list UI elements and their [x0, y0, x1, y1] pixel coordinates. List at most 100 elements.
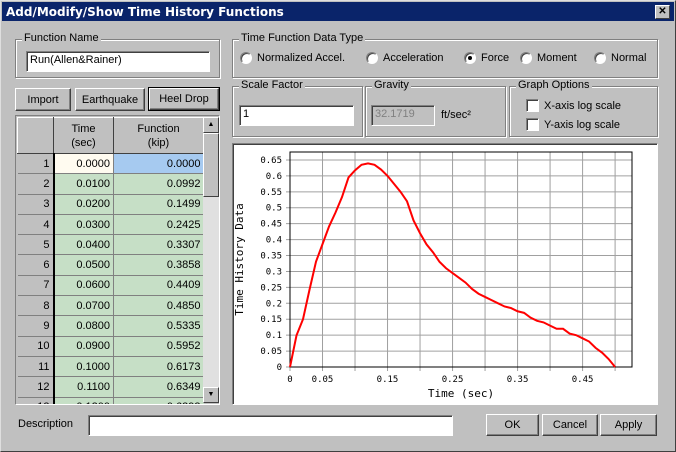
y-log-checkbox[interactable]: Y-axis log scale	[526, 118, 620, 131]
y-tick-label: 0.3	[266, 267, 282, 277]
close-icon: ✕	[658, 6, 667, 17]
time-cell[interactable]: 0.0700	[53, 295, 114, 317]
y-tick-label: 0.6	[266, 172, 282, 182]
scale-factor-input[interactable]: 1	[239, 105, 354, 126]
time-cell[interactable]: 0.1200	[53, 397, 114, 404]
table-row[interactable]: 2 0.0100 0.0992	[17, 173, 204, 195]
gravity-unit: ft/sec²	[441, 109, 471, 121]
y-tick-label: 0.35	[260, 252, 282, 262]
radio-moment[interactable]: Moment	[520, 52, 577, 64]
time-cell[interactable]: 0.0000	[53, 153, 114, 175]
radio-force[interactable]: Force	[464, 52, 509, 64]
table-row[interactable]: 1 0.0000 0.0000	[17, 153, 204, 175]
window-title: Add/Modify/Show Time History Functions	[6, 5, 284, 19]
scale-factor-label: Scale Factor	[239, 79, 305, 91]
title-bar: Add/Modify/Show Time History Functions	[2, 2, 674, 21]
function-cell[interactable]: 0.5335	[113, 315, 204, 337]
ok-button[interactable]: OK	[486, 414, 539, 436]
table-row[interactable]: 9 0.0800 0.5335	[17, 315, 204, 337]
row-number: 12	[17, 376, 55, 398]
row-number: 2	[17, 173, 55, 195]
x-log-checkbox[interactable]: X-axis log scale	[526, 99, 621, 112]
time-cell[interactable]: 0.0600	[53, 275, 114, 297]
time-cell[interactable]: 0.0100	[53, 173, 114, 195]
table-row[interactable]: 3 0.0200 0.1499	[17, 194, 204, 215]
description-input[interactable]	[88, 415, 453, 436]
heel-drop-button[interactable]: Heel Drop	[148, 87, 220, 111]
function-cell[interactable]: 0.3858	[113, 254, 204, 276]
row-number: 8	[17, 295, 55, 317]
table-row[interactable]: 4 0.0300 0.2425	[17, 214, 204, 236]
x-tick-label: 0.45	[572, 375, 594, 385]
function-cell[interactable]: 0.2425	[113, 214, 204, 236]
vertical-scrollbar[interactable]: ▲ ▼	[203, 117, 219, 403]
y-tick-label: 0.25	[260, 283, 282, 293]
radio-normal[interactable]: Normal	[594, 52, 646, 64]
function-cell[interactable]: 0.4850	[113, 295, 204, 317]
apply-button[interactable]: Apply	[600, 414, 657, 436]
table-row[interactable]: 8 0.0700 0.4850	[17, 295, 204, 317]
function-cell[interactable]: 0.0992	[113, 173, 204, 195]
time-cell[interactable]: 0.0800	[53, 315, 114, 337]
table-row[interactable]: 5 0.0400 0.3307	[17, 234, 204, 256]
y-axis-label: Time History Data	[233, 203, 246, 316]
radio-circle	[366, 52, 378, 64]
function-cell[interactable]: 0.5952	[113, 336, 204, 357]
time-cell[interactable]: 0.1000	[53, 356, 114, 378]
time-cell[interactable]: 0.0900	[53, 336, 114, 357]
row-number: 9	[17, 315, 55, 337]
earthquake-button[interactable]: Earthquake	[75, 88, 145, 111]
scroll-down-icon[interactable]: ▼	[203, 387, 219, 403]
cancel-button[interactable]: Cancel	[542, 414, 598, 436]
function-cell[interactable]: 0.4409	[113, 275, 204, 297]
description-label: Description	[18, 418, 74, 430]
table-row[interactable]: 6 0.0500 0.3858	[17, 254, 204, 276]
scroll-thumb[interactable]	[203, 133, 219, 197]
radio-circle	[240, 52, 252, 64]
time-column-header[interactable]: Time (sec)	[53, 117, 114, 154]
row-number: 1	[17, 153, 55, 175]
time-cell[interactable]: 0.0500	[53, 254, 114, 276]
function-column-header[interactable]: Function (kip)	[113, 117, 204, 154]
scroll-up-icon[interactable]: ▲	[203, 117, 219, 133]
row-number: 7	[17, 275, 55, 297]
function-cell[interactable]: 0.0000	[113, 153, 204, 175]
import-button[interactable]: Import	[15, 88, 71, 111]
time-cell[interactable]: 0.0400	[53, 234, 114, 256]
table-row[interactable]: 10 0.0900 0.5952	[17, 336, 204, 357]
row-number: 4	[17, 214, 55, 236]
row-number: 3	[17, 194, 55, 215]
radio-acceleration[interactable]: Acceleration	[366, 52, 444, 64]
checkbox-label: X-axis log scale	[544, 99, 622, 112]
x-tick-label: 0.25	[442, 375, 464, 385]
function-cell[interactable]: 0.6349	[113, 376, 204, 398]
table-row[interactable]: 130.12000.6393	[17, 397, 204, 404]
function-name-input[interactable]: Run(Allen&Rainer)	[26, 51, 210, 72]
gravity-label: Gravity	[372, 79, 411, 91]
table-row[interactable]: 11 0.1000 0.6173	[17, 356, 204, 378]
data-grid[interactable]: Time (sec) Function (kip) 1 0.0000 0.0000 2…	[15, 115, 220, 405]
function-cell[interactable]: 0.6173	[113, 356, 204, 378]
checkbox-box	[526, 118, 539, 131]
checkbox-box	[526, 99, 539, 112]
time-cell[interactable]: 0.1100	[53, 376, 114, 398]
close-button[interactable]: ✕	[655, 5, 670, 19]
radio-normalized-accel[interactable]: Normalized Accel.	[240, 52, 345, 64]
function-cell[interactable]: 0.3307	[113, 234, 204, 256]
function-cell[interactable]: 0.6393	[113, 397, 204, 404]
time-cell[interactable]: 0.0300	[53, 214, 114, 236]
table-row[interactable]: 12 0.1100 0.6349	[17, 376, 204, 398]
time-cell[interactable]: 0.0200	[53, 194, 114, 215]
x-axis-label: Time (sec)	[428, 387, 494, 400]
data-type-label: Time Function Data Type	[239, 32, 366, 44]
radio-label: Force	[481, 52, 510, 64]
radio-circle	[594, 52, 606, 64]
chart-panel: 0 0.05 0.1 0.15 0.2 0.25 0.3 0.35 0.4 0.45 0.5 0.55…	[232, 143, 658, 405]
x-tick-label: 0	[287, 375, 292, 385]
table-row[interactable]: 7 0.0600 0.4409	[17, 275, 204, 297]
y-tick-label: 0	[277, 363, 282, 373]
checkbox-label: Y-axis log scale	[544, 118, 621, 131]
function-cell[interactable]: 0.1499	[113, 194, 204, 215]
row-number: 13	[17, 397, 55, 404]
x-tick-label: 0.35	[507, 375, 529, 385]
